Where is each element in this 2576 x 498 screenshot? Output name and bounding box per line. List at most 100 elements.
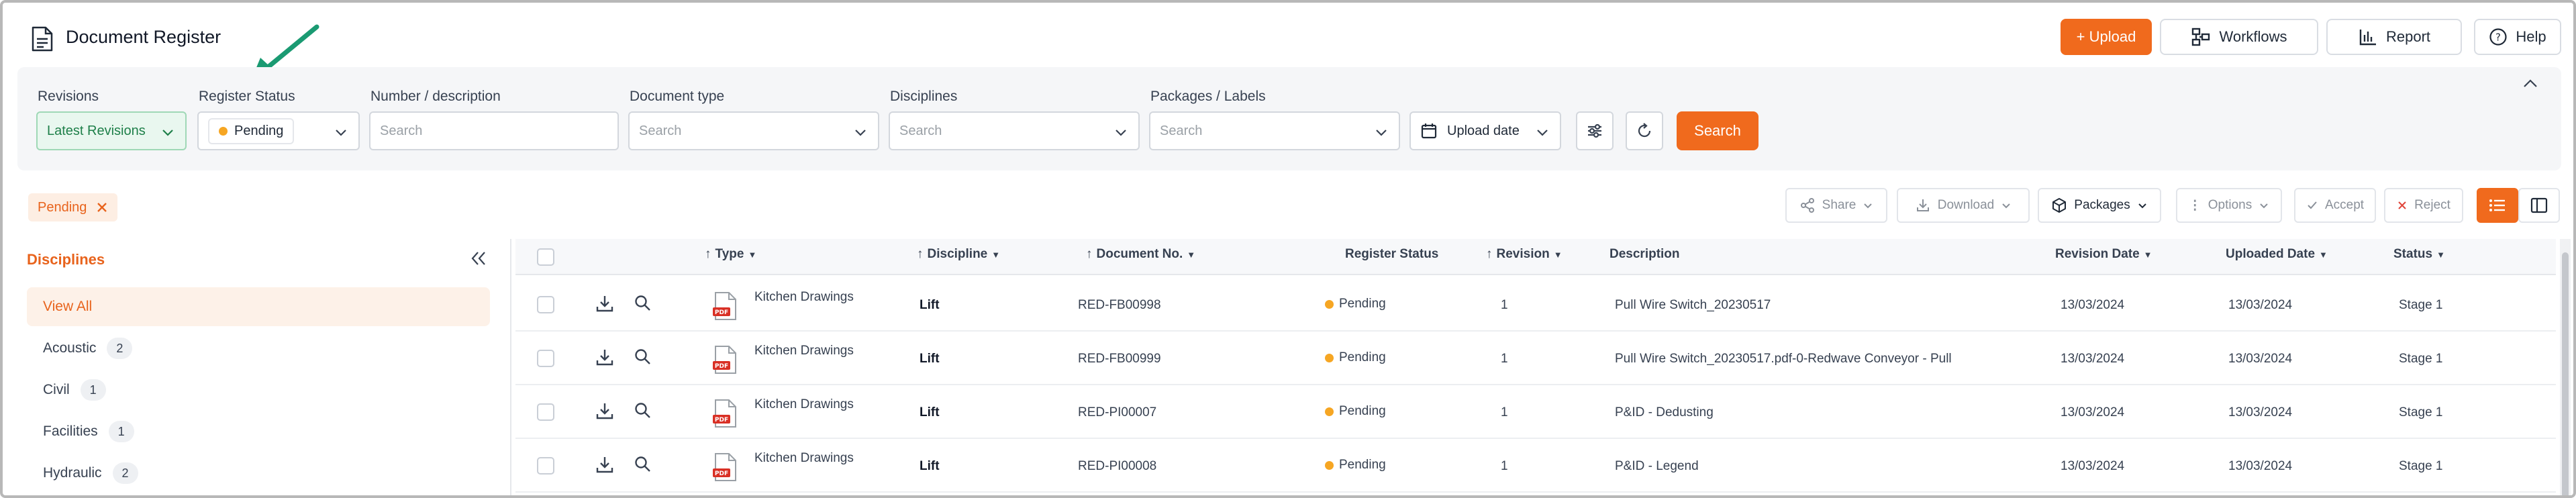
collapse-filters-icon[interactable] [2521,77,2540,91]
cell-uploaded-date: 13/03/2024 [2228,459,2293,473]
caret-down-icon: ▼ [2319,249,2328,260]
column-register-status: Register Status [1345,247,1439,261]
sort-arrow-icon: ↑ [705,247,711,261]
column-discipline[interactable]: ↑ Discipline ▼ [917,247,1000,262]
pending-dot-icon [219,126,228,136]
column-type[interactable]: ↑ Type ▼ [705,247,756,262]
accept-button[interactable]: Accept [2294,188,2376,223]
cell-register-status: Pending [1325,297,1386,311]
download-icon[interactable] [595,401,615,421]
packages-button[interactable]: Packages [2038,188,2161,223]
cell-discipline: Lift [920,352,940,366]
cell-discipline: Lift [920,298,940,312]
document-type-select[interactable]: Search [628,111,879,150]
reject-button[interactable]: Reject [2384,188,2463,223]
cell-description: P&ID - Legend [1615,459,1699,473]
search-icon[interactable] [634,294,652,313]
close-icon[interactable] [96,201,108,213]
more-vertical-icon: ⋮ [2188,198,2201,213]
revisions-select[interactable]: Latest Revisions [36,111,187,150]
advanced-filters-button[interactable] [1576,111,1614,150]
pdf-file-icon: PDF [713,453,736,481]
row-checkbox[interactable] [537,296,554,313]
download-icon[interactable] [595,348,615,368]
chevron-down-icon [336,130,346,136]
svg-text:?: ? [2495,32,2501,44]
sidebar-item-civil[interactable]: Civil 1 [27,370,490,409]
cell-discipline: Lift [920,459,940,473]
help-button[interactable]: ? Help [2474,19,2561,55]
sidebar-item-acoustic[interactable]: Acoustic 2 [27,329,490,368]
search-icon[interactable] [634,455,652,474]
sidebar-item-hydraulic[interactable]: Hydraulic 2 [27,454,490,493]
pending-dot-icon [1325,299,1334,309]
column-document-no[interactable]: ↑ Document No. ▼ [1086,247,1195,262]
sidebar-item-view-all[interactable]: View All [27,287,490,326]
pending-chip: Pending [208,117,295,144]
cell-status: Stage 1 [2399,298,2443,312]
search-icon[interactable] [634,348,652,366]
sort-arrow-icon: ↑ [1486,247,1493,261]
revisions-label: Revisions [38,89,99,104]
count-badge: 2 [107,338,133,359]
column-revision[interactable]: ↑ Revision ▼ [1486,247,1563,262]
list-icon [2489,199,2505,211]
caret-down-icon: ▼ [748,249,757,260]
sidebar-item-facilities[interactable]: Facilities 1 [27,412,490,451]
column-revision-date[interactable]: Revision Date ▼ [2055,247,2152,262]
cell-document-no[interactable]: RED-PI00008 [1078,459,1156,474]
caret-down-icon: ▼ [2143,249,2152,260]
cell-revision-date: 13/03/2024 [2061,352,2125,366]
share-button[interactable]: Share [1785,188,1887,223]
columns-icon [2530,197,2548,213]
packages-labels-select[interactable]: Search [1149,111,1400,150]
select-all-checkbox[interactable] [537,248,554,266]
cell-document-no[interactable]: RED-PI00007 [1078,405,1156,420]
scrollbar-thumb[interactable] [2562,252,2569,495]
cell-type: Kitchen Drawings [754,290,854,304]
cell-discipline: Lift [920,405,940,419]
cell-revision-date: 13/03/2024 [2061,459,2125,473]
cell-uploaded-date: 13/03/2024 [2228,352,2293,366]
pdf-file-icon: PDF [713,399,736,428]
sort-arrow-icon: ↑ [1086,247,1093,261]
caret-down-icon: ▼ [2436,249,2445,260]
search-icon[interactable] [634,401,652,420]
download-menu-button[interactable]: Download [1897,188,2030,223]
pdf-file-icon: PDF [713,292,736,320]
options-button[interactable]: ⋮ Options [2176,188,2282,223]
reset-filters-button[interactable] [1626,111,1663,150]
cell-document-no[interactable]: RED-FB00998 [1078,298,1161,313]
cell-document-no[interactable]: RED-FB00999 [1078,352,1161,366]
cell-type: Kitchen Drawings [754,344,854,358]
search-button[interactable]: Search [1677,111,1758,150]
chevron-down-icon [855,130,866,136]
column-uploaded-date[interactable]: Uploaded Date ▼ [2226,247,2328,262]
cell-description: Pull Wire Switch_20230517.pdf-0-Redwave … [1615,352,1952,366]
file-badge: PDF [715,309,728,316]
number-description-input[interactable]: Search [369,111,619,150]
workflows-button[interactable]: Workflows [2160,19,2318,55]
calendar-icon [1421,123,1437,139]
split-view-toggle[interactable] [2518,188,2560,223]
collapse-sidebar-icon[interactable] [468,250,489,267]
cell-revision: 1 [1501,459,1508,473]
row-checkbox[interactable] [537,350,554,367]
active-filter-pending: Pending [28,193,118,221]
report-button[interactable]: Report [2326,19,2462,55]
download-icon[interactable] [595,455,615,475]
column-status[interactable]: Status ▼ [2393,247,2445,262]
upload-date-picker[interactable]: Upload date [1409,111,1561,150]
cell-register-status: Pending [1325,458,1386,472]
register-status-select[interactable]: Pending [197,111,360,150]
revisions-value: Latest Revisions [47,123,146,138]
row-checkbox[interactable] [537,403,554,421]
caret-down-icon: ▼ [1187,249,1196,260]
list-view-toggle[interactable] [2477,188,2518,223]
row-checkbox[interactable] [537,457,554,475]
disciplines-select[interactable]: Search [889,111,1140,150]
check-icon [2308,201,2317,209]
cell-revision-date: 13/03/2024 [2061,405,2125,419]
download-icon[interactable] [595,294,615,314]
upload-button[interactable]: + Upload [2061,19,2152,55]
